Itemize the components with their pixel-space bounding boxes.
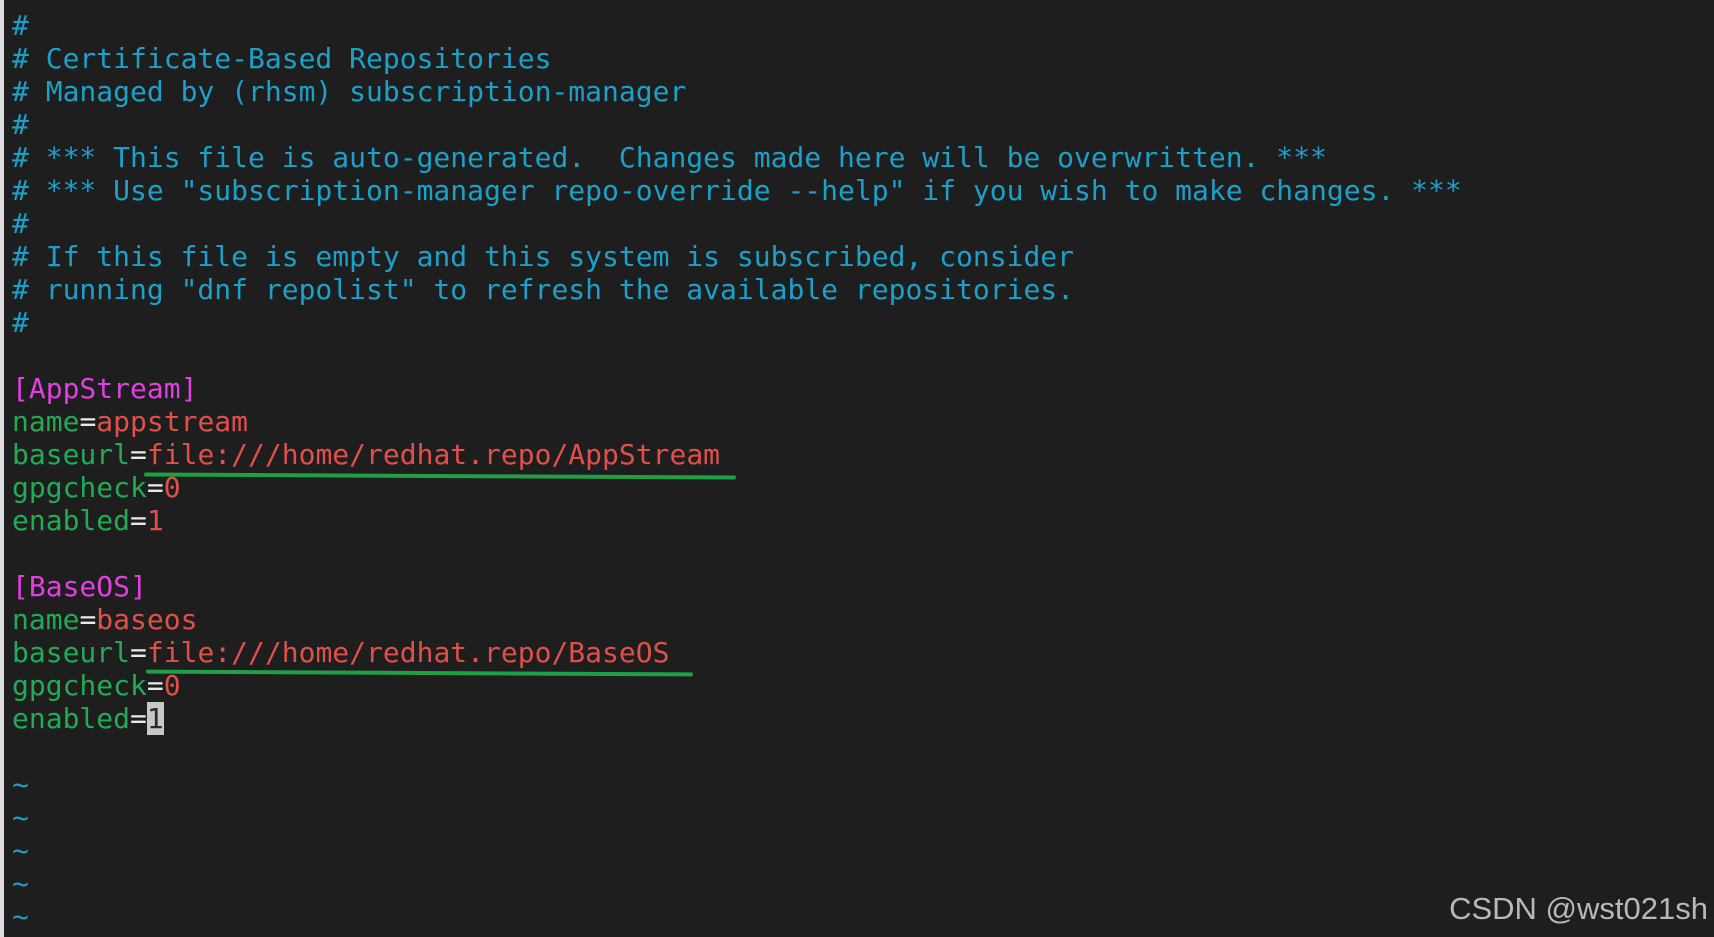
config-value: baseos	[96, 603, 198, 636]
comment-line: # Certificate-Based Repositories	[12, 42, 552, 75]
equals-sign: =	[130, 702, 147, 735]
empty-buffer-line: ~	[12, 768, 29, 801]
config-key: name	[12, 405, 80, 438]
comment-line: #	[12, 108, 29, 141]
comment-line: # running "dnf repolist" to refresh the …	[12, 273, 1075, 306]
equals-sign: =	[130, 504, 147, 537]
equals-sign: =	[79, 603, 97, 636]
config-value: appstream	[96, 405, 249, 438]
equals-sign: =	[79, 405, 97, 438]
equals-sign: =	[146, 669, 164, 702]
repo-section-header: [AppStream]	[12, 372, 1714, 405]
config-value: 1	[146, 504, 164, 537]
repo-enabled-line: enabled=1	[12, 504, 1714, 537]
equals-sign: =	[130, 438, 147, 471]
config-value: file:///home/redhat.repo/BaseOS	[146, 636, 670, 669]
config-key: gpgcheck	[12, 471, 147, 504]
config-key: gpgcheck	[12, 669, 147, 702]
vim-editor[interactable]: # # Certificate-Based Repositories # Man…	[0, 0, 1714, 937]
section-name: [AppStream]	[12, 372, 198, 405]
config-key: baseurl	[12, 636, 131, 669]
config-key: enabled	[12, 702, 131, 735]
empty-buffer-line: ~	[12, 801, 29, 834]
comment-line: # If this file is empty and this system …	[12, 240, 1075, 273]
repo-baseurl-line: baseurl=file:///home/redhat.repo/AppStre…	[12, 438, 1714, 471]
config-key: enabled	[12, 504, 131, 537]
repo-name-line: name=appstream	[12, 405, 1714, 438]
repo-baseurl-line: baseurl=file:///home/redhat.repo/BaseOS	[12, 636, 1714, 669]
empty-buffer-line: ~	[12, 834, 29, 867]
text-cursor[interactable]: 1	[146, 702, 164, 735]
comment-line: #	[12, 306, 29, 339]
config-value: 0	[163, 669, 181, 702]
config-value: file:///home/redhat.repo/AppStream	[146, 438, 721, 471]
equals-sign: =	[130, 636, 147, 669]
repo-name-line: name=baseos	[12, 603, 1714, 636]
repo-section-header: [BaseOS]	[12, 570, 1714, 603]
watermark: CSDN @wst021sh	[1449, 891, 1708, 926]
config-key: baseurl	[12, 438, 131, 471]
comment-line: #	[12, 9, 29, 42]
repo-enabled-line: enabled=1	[12, 702, 1714, 735]
config-key: name	[12, 603, 80, 636]
comment-line: # *** Use "subscription-manager repo-ove…	[12, 174, 1462, 207]
comment-line: # *** This file is auto-generated. Chang…	[12, 141, 1327, 174]
section-name: [BaseOS]	[12, 570, 147, 603]
comment-line: # Managed by (rhsm) subscription-manager	[12, 75, 687, 108]
comment-line: #	[12, 207, 29, 240]
